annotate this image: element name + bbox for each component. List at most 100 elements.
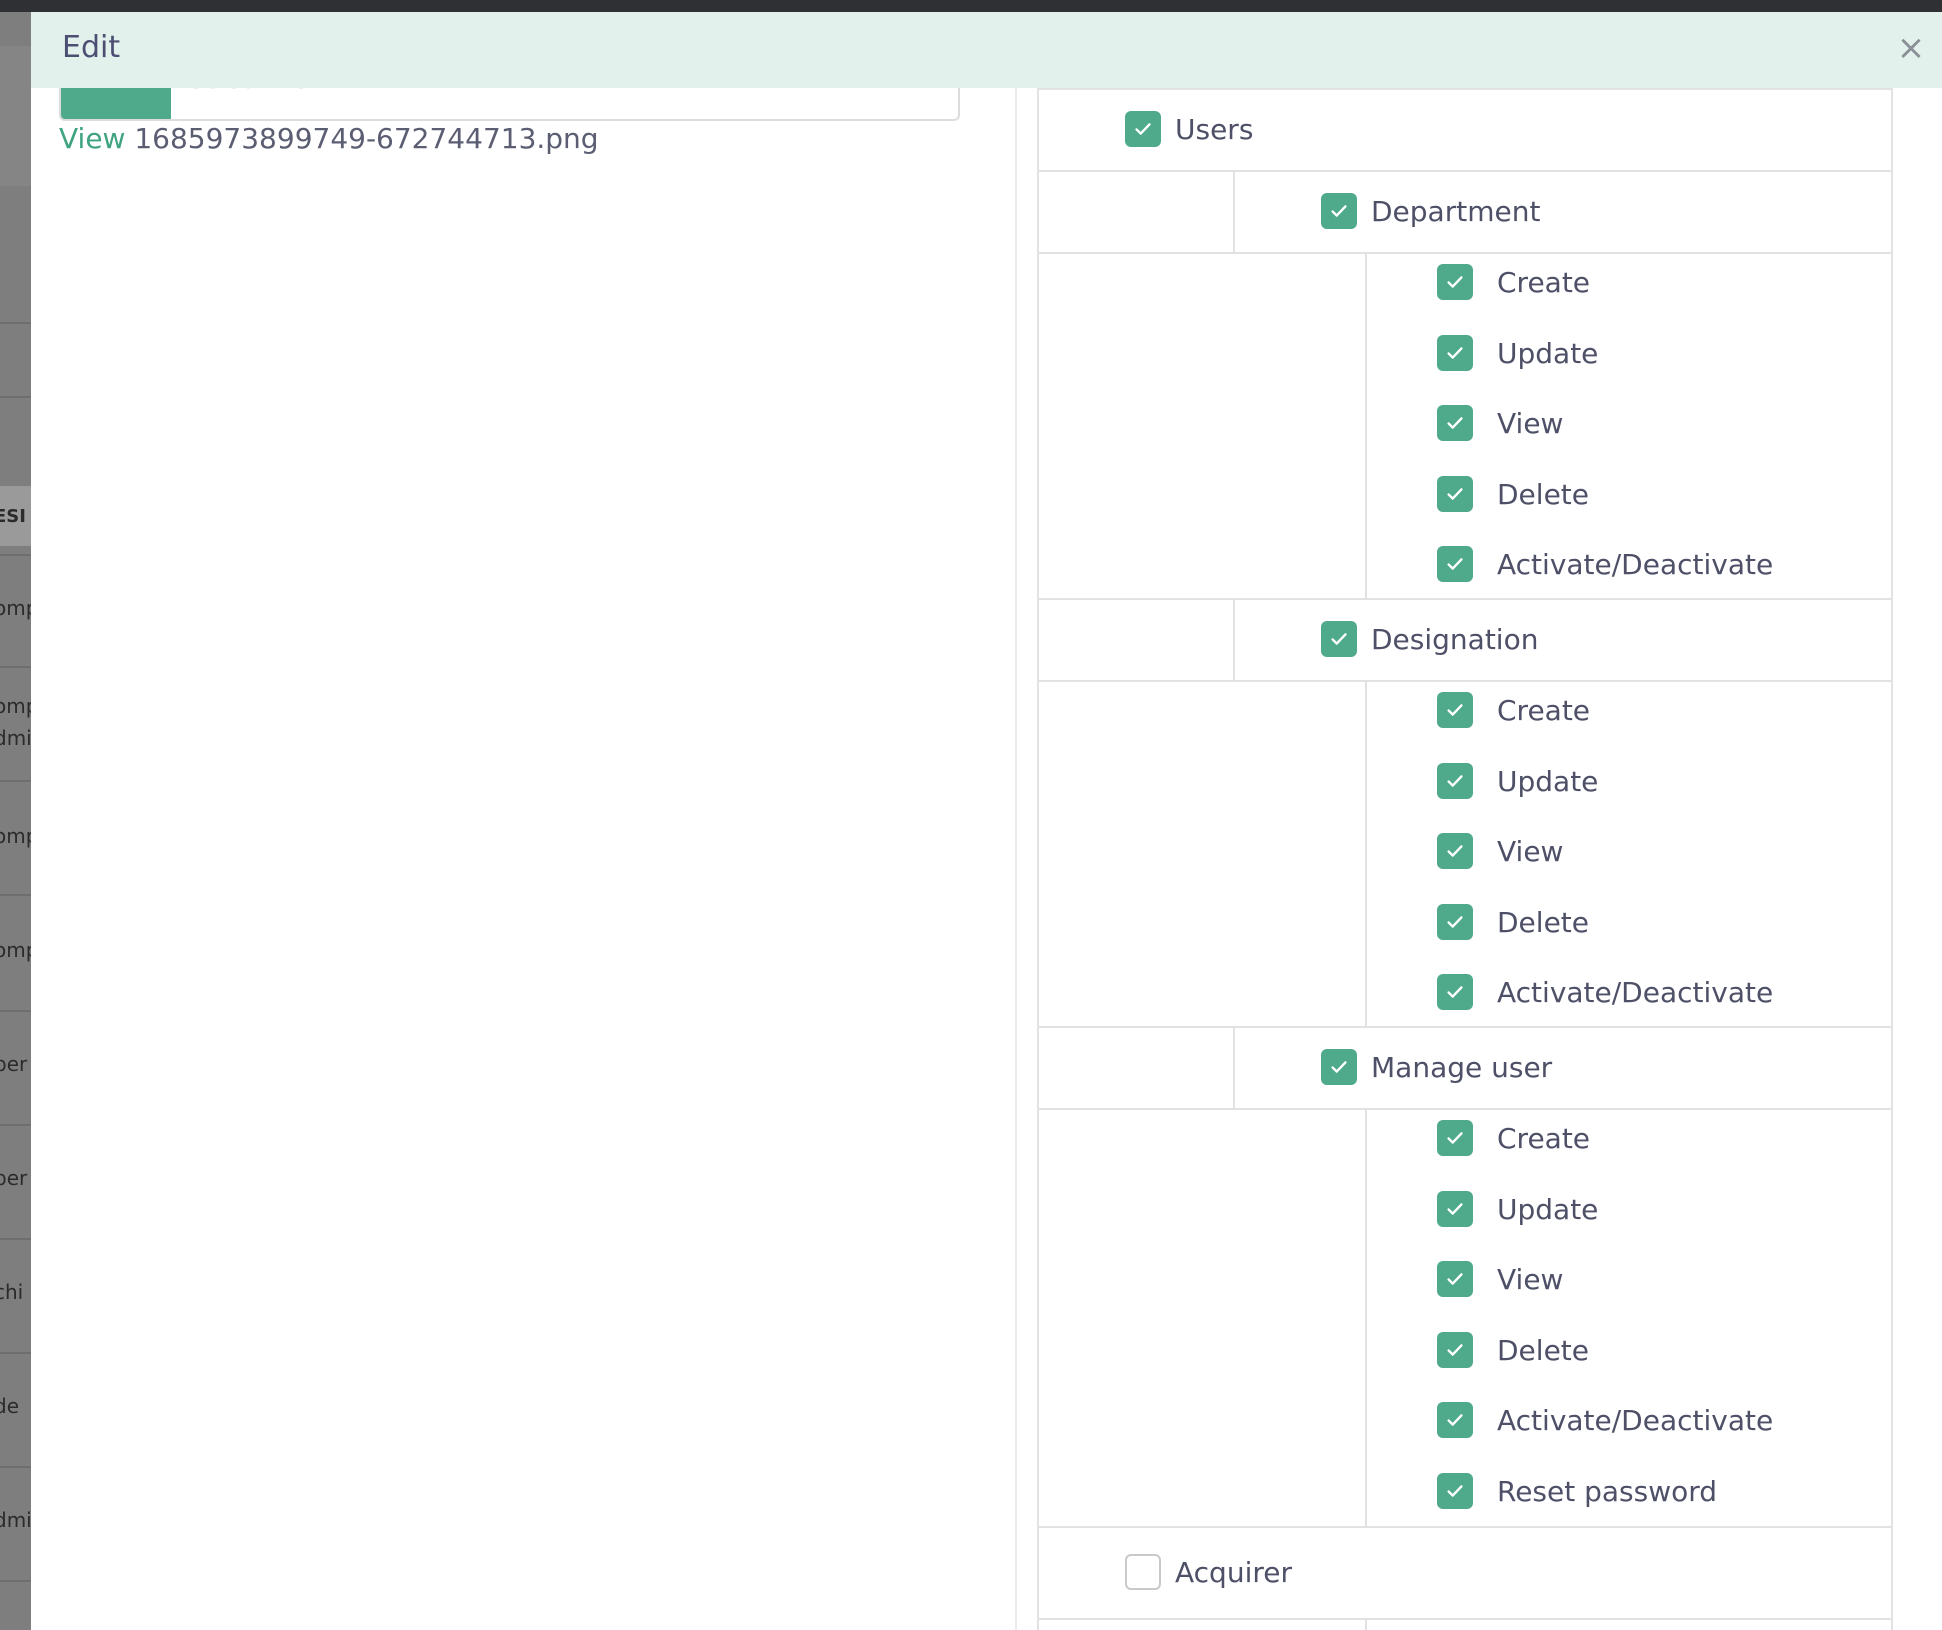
perm-users[interactable]: Users	[1125, 107, 1253, 151]
perm-label: Reset password	[1497, 1474, 1718, 1508]
close-icon[interactable]: ×	[1894, 31, 1928, 66]
perm-acquirer[interactable]: Acquirer	[1125, 1550, 1292, 1594]
file-name: 1685973899749-672744713.png	[134, 122, 599, 155]
checkbox-checked[interactable]	[1437, 264, 1473, 300]
perm-manage-user[interactable]: Manage user	[1321, 1045, 1552, 1089]
check-icon	[1447, 1132, 1463, 1144]
perm-action[interactable]: Reset password	[1437, 1469, 1717, 1513]
background-page: ESI omp omp dmi omp omp per per chi de d…	[0, 12, 31, 1630]
check-icon	[1331, 633, 1347, 645]
perm-action[interactable]: Update	[1437, 331, 1598, 375]
checkbox-unchecked[interactable]	[1125, 1554, 1161, 1590]
perm-label: Create	[1497, 1121, 1591, 1155]
checkbox-checked[interactable]	[1437, 1191, 1473, 1227]
checkbox-checked[interactable]	[1437, 1120, 1473, 1156]
check-icon	[1331, 1061, 1347, 1073]
permission-tree: Users Department Create Update View Dele…	[1037, 88, 1893, 1630]
perm-label: Activate/Deactivate	[1497, 1403, 1774, 1437]
perm-label: View	[1497, 1262, 1564, 1296]
perm-label: Activate/Deactivate	[1497, 975, 1774, 1009]
check-icon	[1447, 1344, 1463, 1356]
perm-department[interactable]: Department	[1321, 189, 1540, 233]
perm-action[interactable]: View	[1437, 401, 1563, 445]
checkbox-checked[interactable]	[1437, 904, 1473, 940]
check-icon	[1447, 276, 1463, 288]
check-icon	[1447, 347, 1463, 359]
check-icon	[1447, 1203, 1463, 1215]
perm-label: Create	[1497, 265, 1591, 299]
checkbox-checked[interactable]	[1437, 692, 1473, 728]
checkbox-checked[interactable]	[1437, 833, 1473, 869]
background-text: per	[0, 1166, 28, 1190]
perm-label: Department	[1371, 194, 1541, 228]
background-text: dmi	[0, 1508, 31, 1532]
checkbox-checked[interactable]	[1437, 763, 1473, 799]
perm-action[interactable]: Create	[1437, 260, 1590, 304]
perm-action[interactable]: Activate/Deactivate	[1437, 970, 1773, 1014]
check-icon	[1447, 1273, 1463, 1285]
uploaded-file-line: View 1685973899749-672744713.png	[59, 122, 599, 155]
background-text: de	[0, 1394, 19, 1418]
check-icon	[1447, 704, 1463, 716]
perm-label: Manage user	[1371, 1050, 1553, 1084]
check-icon	[1447, 1414, 1463, 1426]
perm-designation[interactable]: Designation	[1321, 617, 1538, 661]
checkbox-checked[interactable]	[1437, 1402, 1473, 1438]
perm-label: Activate/Deactivate	[1497, 547, 1774, 581]
perm-action[interactable]: View	[1437, 829, 1563, 873]
background-text: omp	[0, 938, 31, 962]
check-icon	[1447, 916, 1463, 928]
background-text: chi	[0, 1280, 24, 1304]
view-file-link[interactable]: View	[59, 122, 125, 155]
check-icon	[1447, 845, 1463, 857]
background-text: omp	[0, 694, 31, 718]
perm-label: Update	[1497, 1192, 1599, 1226]
checkbox-checked[interactable]	[1321, 193, 1357, 229]
checkbox-checked[interactable]	[1437, 476, 1473, 512]
perm-action[interactable]: Create	[1437, 1116, 1590, 1160]
perm-label: View	[1497, 406, 1564, 440]
background-text: per	[0, 1052, 28, 1076]
perm-label: Update	[1497, 336, 1599, 370]
checkbox-checked[interactable]	[1437, 1261, 1473, 1297]
background-text: dmi	[0, 726, 31, 750]
checkbox-checked[interactable]	[1437, 974, 1473, 1010]
perm-label: View	[1497, 834, 1564, 868]
checkbox-checked[interactable]	[1437, 1473, 1473, 1509]
checkbox-checked[interactable]	[1321, 621, 1357, 657]
perm-label: Delete	[1497, 477, 1589, 511]
check-icon	[1447, 1485, 1463, 1497]
perm-label: Delete	[1497, 905, 1589, 939]
check-icon	[1447, 488, 1463, 500]
checkbox-checked[interactable]	[1437, 335, 1473, 371]
checkbox-checked[interactable]	[1321, 1049, 1357, 1085]
check-icon	[1447, 558, 1463, 570]
perm-action[interactable]: Create	[1437, 688, 1590, 732]
perm-action[interactable]: Update	[1437, 1187, 1598, 1231]
perm-action[interactable]: Delete	[1437, 900, 1589, 944]
perm-action[interactable]: Delete	[1437, 1328, 1589, 1372]
background-text: omp	[0, 824, 31, 848]
checkbox-checked[interactable]	[1437, 1332, 1473, 1368]
perm-action[interactable]: View	[1437, 1257, 1563, 1301]
checkbox-checked[interactable]	[1125, 111, 1161, 147]
perm-label: Update	[1497, 764, 1599, 798]
perm-label: Acquirer	[1175, 1555, 1292, 1589]
check-icon	[1331, 205, 1347, 217]
checkbox-checked[interactable]	[1437, 546, 1473, 582]
perm-action[interactable]: Activate/Deactivate	[1437, 1398, 1773, 1442]
perm-action[interactable]: Delete	[1437, 472, 1589, 516]
perm-label: Users	[1175, 112, 1254, 146]
perm-label: Delete	[1497, 1333, 1589, 1367]
modal-title: Edit	[62, 30, 121, 65]
checkbox-checked[interactable]	[1437, 405, 1473, 441]
column-divider	[1015, 88, 1017, 1630]
perm-action[interactable]: Update	[1437, 759, 1598, 803]
background-text: ESI	[0, 506, 26, 527]
browser-top-bar	[0, 0, 1942, 12]
edit-modal: Edit × Upload Select file View 168597389…	[31, 12, 1942, 1630]
check-icon	[1135, 123, 1151, 135]
perm-action[interactable]: Activate/Deactivate	[1437, 542, 1773, 586]
check-icon	[1447, 986, 1463, 998]
background-text: omp	[0, 596, 31, 620]
